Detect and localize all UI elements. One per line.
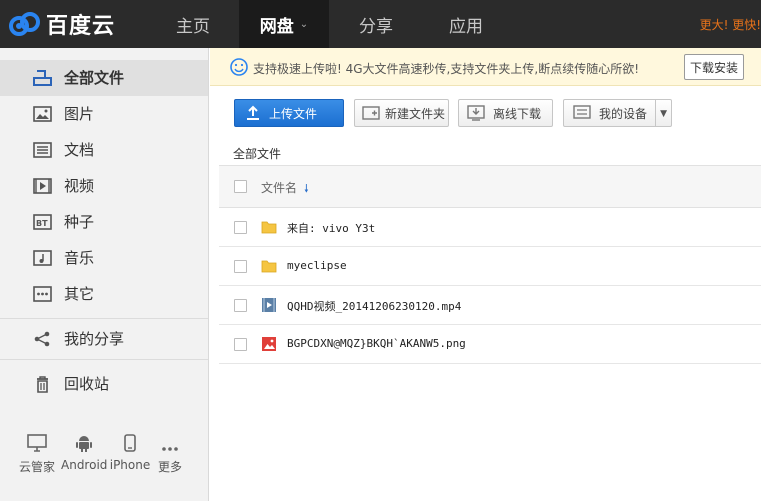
sidebar-item-label: 我的分享 <box>64 330 125 348</box>
file-name[interactable]: QQHD视频_20141206230120.mp4 <box>287 298 461 314</box>
music-icon <box>33 250 52 266</box>
dropdown-separator <box>655 100 656 126</box>
filename-column-header[interactable]: 文件名 <box>261 179 297 196</box>
top-bar: 百度云 主页 网盘 ⌄ 分享 应用 更大! 更快! <box>0 0 761 48</box>
dropdown-arrow-icon[interactable]: ▼ <box>660 109 667 119</box>
upload-button[interactable]: 上传文件 <box>234 99 344 127</box>
nav-netdisk[interactable]: 网盘 ⌄ <box>239 0 329 48</box>
sidebar-item-label: 回收站 <box>64 375 110 393</box>
row-checkbox[interactable] <box>234 260 247 273</box>
device-android[interactable]: Android <box>61 430 107 472</box>
trash-icon <box>37 376 48 393</box>
offline-download-label: 离线下载 <box>493 106 542 121</box>
download-install-button[interactable]: 下载安装 <box>684 54 744 80</box>
cloud-logo-icon <box>9 12 40 36</box>
file-list-header: 文件名 🠗 <box>219 165 761 208</box>
sidebar-item-my-shares[interactable]: 我的分享 <box>0 321 208 357</box>
file-name[interactable]: myeclipse <box>287 259 347 272</box>
device-icon <box>573 105 591 119</box>
device-label: 云管家 <box>18 460 55 474</box>
sidebar-item-all-files[interactable]: 全部文件 <box>0 60 208 96</box>
nav-home[interactable]: 主页 <box>150 0 236 48</box>
notice-text: 支持极速上传啦! 4G大文件高速秒传,支持文件夹上传,断点续传随心所欲! <box>253 62 640 76</box>
new-folder-button[interactable]: 新建文件夹 <box>354 99 449 127</box>
sort-down-icon[interactable]: 🠗 <box>304 180 309 199</box>
new-folder-icon <box>362 106 380 120</box>
sidebar-item-label: 全部文件 <box>64 69 125 87</box>
notice-bar: 支持极速上传啦! 4G大文件高速秒传,支持文件夹上传,断点续传随心所欲! 下载安… <box>210 48 761 86</box>
monitor-icon <box>27 434 47 452</box>
video-icon <box>33 178 52 194</box>
sidebar-item-label: 文档 <box>64 141 95 159</box>
sidebar-item-label: 视频 <box>64 177 95 195</box>
nav-apps[interactable]: 应用 <box>420 0 512 48</box>
svg-text:BT: BT <box>36 219 48 228</box>
sidebar-item-images[interactable]: 图片 <box>0 96 208 132</box>
device-label: Android <box>61 458 108 472</box>
sidebar-divider <box>0 318 208 319</box>
promo-link[interactable]: 更大! 更快! <box>700 16 761 33</box>
sidebar-item-torrents[interactable]: BT 种子 <box>0 204 208 240</box>
sidebar-item-videos[interactable]: 视频 <box>0 168 208 204</box>
logo-text: 百度云 <box>46 14 116 39</box>
select-all-checkbox[interactable] <box>234 180 247 193</box>
sidebar-item-label: 音乐 <box>64 249 95 267</box>
sidebar-item-label: 种子 <box>64 213 95 231</box>
sidebar-item-recycle-bin[interactable]: 回收站 <box>0 366 208 402</box>
video-file-icon <box>262 298 276 312</box>
breadcrumb[interactable]: 全部文件 <box>233 145 281 162</box>
nav-home-label: 主页 <box>176 16 210 37</box>
share-icon <box>34 331 50 347</box>
sidebar-divider <box>0 359 208 360</box>
new-folder-label: 新建文件夹 <box>385 106 446 121</box>
chevron-down-icon: ⌄ <box>299 18 309 30</box>
upload-label: 上传文件 <box>269 106 318 121</box>
my-devices-button[interactable]: 我的设备 ▼ <box>563 99 672 127</box>
sidebar-item-other[interactable]: 其它 <box>0 276 208 312</box>
sidebar: 全部文件 图片 文档 视频 BT 种子 音乐 其它 我的分享 回收站 云管家 A… <box>0 48 209 501</box>
nav-netdisk-label: 网盘 <box>259 16 294 37</box>
nav-apps-label: 应用 <box>449 16 483 37</box>
bt-icon: BT <box>33 214 52 230</box>
sidebar-item-documents[interactable]: 文档 <box>0 132 208 168</box>
image-icon <box>33 106 52 122</box>
sidebar-item-label: 其它 <box>64 285 95 303</box>
document-icon <box>33 142 52 158</box>
device-label: 更多 <box>157 460 182 474</box>
nav-share[interactable]: 分享 <box>332 0 420 48</box>
more-icon <box>162 447 178 451</box>
file-name[interactable]: BGPCDXN@MQZ}BKQH`AKANW5.png <box>287 337 466 350</box>
iphone-icon <box>124 434 136 452</box>
file-name[interactable]: 来自: vivo Y3t <box>287 220 375 236</box>
file-row[interactable]: myeclipse <box>219 247 761 286</box>
device-more[interactable]: 更多 <box>147 430 193 475</box>
baidu-cloud-logo[interactable]: 百度云 <box>8 8 115 40</box>
all-files-icon <box>33 70 52 86</box>
other-icon <box>33 286 52 302</box>
row-checkbox[interactable] <box>234 338 247 351</box>
upload-icon <box>247 105 259 120</box>
folder-icon <box>261 260 277 273</box>
my-devices-label: 我的设备 <box>599 106 648 121</box>
file-row[interactable]: BGPCDXN@MQZ}BKQH`AKANW5.png <box>219 325 761 364</box>
row-checkbox[interactable] <box>234 299 247 312</box>
sidebar-item-label: 图片 <box>64 105 95 123</box>
folder-icon <box>261 221 277 234</box>
nav-share-label: 分享 <box>359 16 393 37</box>
file-row[interactable]: 来自: vivo Y3t <box>219 208 761 247</box>
device-cloud-manager[interactable]: 云管家 <box>14 430 60 475</box>
file-row[interactable]: QQHD视频_20141206230120.mp4 <box>219 286 761 325</box>
row-checkbox[interactable] <box>234 221 247 234</box>
offline-download-button[interactable]: 离线下载 <box>458 99 553 127</box>
android-icon <box>76 436 92 452</box>
image-file-icon <box>262 337 276 351</box>
sidebar-item-music[interactable]: 音乐 <box>0 240 208 276</box>
smile-icon <box>230 58 248 76</box>
offline-download-icon <box>467 105 485 121</box>
